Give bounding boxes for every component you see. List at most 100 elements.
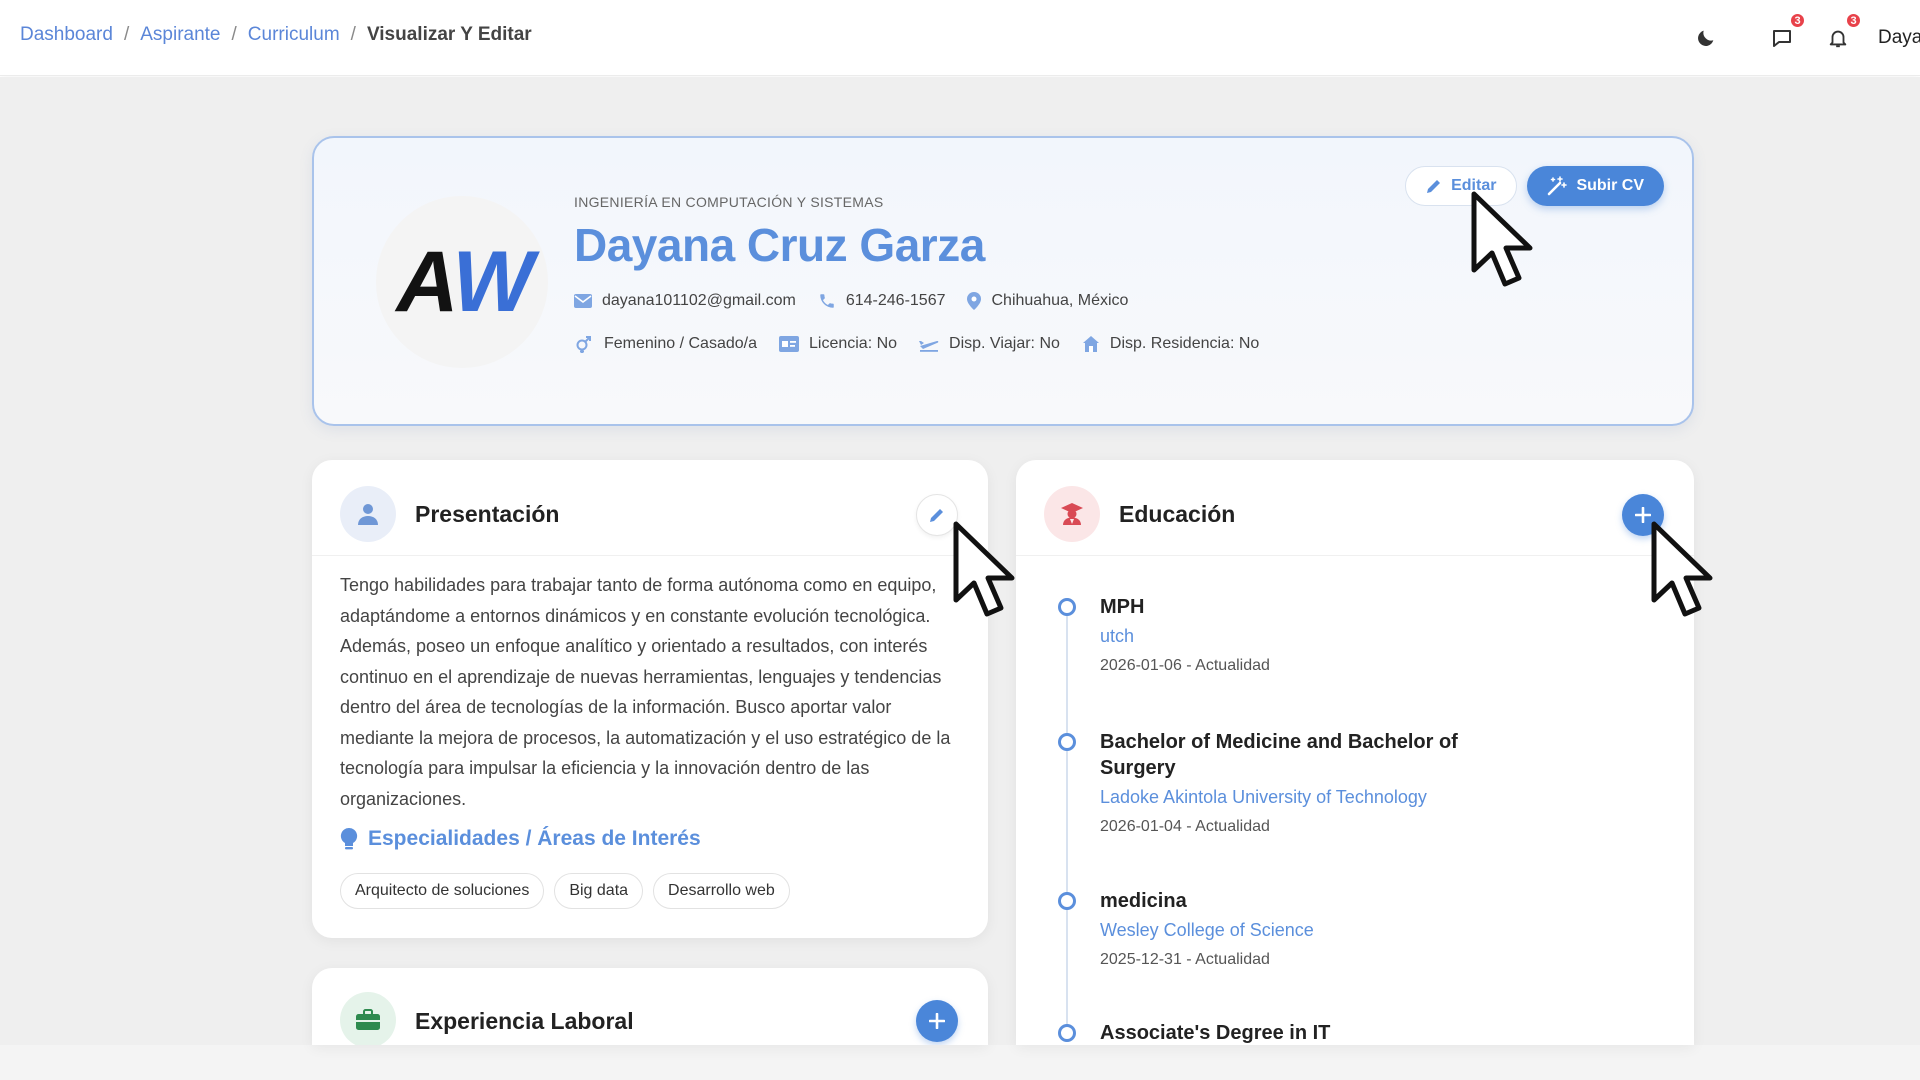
upload-cv-button[interactable]: Subir CV — [1527, 166, 1664, 206]
education-icon-wrapper — [1044, 486, 1100, 542]
timeline-dot — [1058, 733, 1076, 751]
mouse-cursor-icon — [1471, 191, 1533, 287]
gender-item: Femenino / Casado/a — [574, 334, 757, 354]
bell-icon — [1829, 30, 1847, 48]
company-logo: A W — [396, 234, 533, 330]
pencil-icon — [930, 509, 943, 522]
breadcrumb-separator: / — [231, 24, 237, 45]
education-header: Educación — [1016, 460, 1694, 556]
phone-icon — [820, 294, 834, 308]
education-item-body: Bachelor of Medicine and Bachelor of Sur… — [1100, 729, 1520, 836]
education-item-body: medicina Wesley College of Science 2025-… — [1100, 888, 1500, 969]
notifications-badge: 3 — [1845, 12, 1862, 29]
upload-cv-label: Subir CV — [1576, 177, 1644, 194]
mail-icon — [574, 294, 592, 308]
moon-icon — [1698, 30, 1714, 46]
education-degree: Bachelor of Medicine and Bachelor of Sur… — [1100, 731, 1458, 779]
user-icon — [358, 504, 378, 525]
phone-item: 614-246-1567 — [818, 292, 946, 310]
bottom-strip — [0, 1045, 1920, 1080]
gender-status-text: Femenino / Casado/a — [604, 335, 757, 352]
breadcrumb: Dashboard / Aspirante / Curriculum / Vis… — [20, 24, 532, 46]
breadcrumb-current: Visualizar Y Editar — [366, 24, 532, 45]
location-item: Chihuahua, México — [967, 292, 1128, 310]
license-item: Licencia: No — [778, 335, 898, 353]
education-title: Educación — [1119, 501, 1236, 527]
interests-tags: Arquitecto de soluciones Big data Desarr… — [340, 873, 800, 909]
breadcrumb-curriculum[interactable]: Curriculum — [248, 24, 340, 46]
briefcase-icon — [356, 1009, 380, 1030]
experience-icon-wrapper — [340, 992, 396, 1045]
interest-tag: Big data — [554, 873, 644, 909]
profile-info: INGENIERÍA EN COMPUTACIÓN Y SISTEMAS Day… — [574, 194, 1334, 354]
house-icon — [1082, 336, 1099, 352]
interests-title-text: Especialidades / Áreas de Interés — [368, 827, 701, 850]
mouse-cursor-icon — [1651, 521, 1713, 617]
education-item-body: Associate's Degree in IT — [1100, 1020, 1500, 1045]
license-text: Licencia: No — [808, 335, 898, 352]
add-experience-button[interactable] — [916, 1000, 958, 1042]
plane-icon — [919, 340, 939, 352]
topbar-actions: 3 3 Daya — [1668, 12, 1920, 56]
education-dates: 2026-01-04 - Actualidad — [1100, 818, 1270, 835]
contact-row: dayana101102@gmail.com 614-246-1567 Chih… — [574, 292, 1334, 310]
breadcrumb-dashboard[interactable]: Dashboard — [20, 24, 113, 46]
education-school: Ladoke Akintola University of Technology — [1100, 787, 1427, 807]
interests-title: Especialidades / Áreas de Interés — [340, 827, 701, 851]
experience-title: Experiencia Laboral — [415, 1008, 634, 1034]
pencil-icon — [1427, 180, 1441, 193]
experience-card: Experiencia Laboral — [312, 968, 988, 1045]
breadcrumb-aspirante[interactable]: Aspirante — [140, 24, 220, 46]
education-dates: 2026-01-06 - Actualidad — [1100, 657, 1270, 674]
presentation-icon-wrapper — [340, 486, 396, 542]
education-item: Associate's Degree in IT — [1052, 1020, 1512, 1045]
profile-name: Dayana Cruz Garza — [574, 219, 985, 271]
gender-icon — [576, 336, 591, 353]
interest-tag: Desarrollo web — [653, 873, 790, 909]
education-dates: 2025-12-31 - Actualidad — [1100, 951, 1270, 968]
travel-item: Disp. Viajar: No — [919, 335, 1060, 353]
logo-letter-w: W — [452, 234, 533, 330]
notifications-button[interactable]: 3 — [1820, 12, 1862, 56]
presentation-text: Tengo habilidades para trabajar tanto de… — [340, 575, 951, 809]
messages-badge: 3 — [1789, 12, 1806, 29]
education-timeline-line — [1066, 612, 1068, 1032]
breadcrumb-separator: / — [123, 24, 130, 45]
education-degree: MPH — [1100, 596, 1145, 618]
logo-letter-a: A — [396, 234, 458, 330]
residence-item: Disp. Residencia: No — [1082, 335, 1259, 353]
timeline-dot — [1058, 1024, 1076, 1042]
phone-text: 614-246-1567 — [845, 292, 946, 309]
timeline-dot — [1058, 598, 1076, 616]
location-text: Chihuahua, México — [991, 292, 1129, 309]
education-item-body: MPH utch 2026-01-06 - Actualidad — [1100, 594, 1500, 675]
residence-text: Disp. Residencia: No — [1109, 335, 1260, 352]
lightbulb-icon — [340, 828, 358, 850]
messages-button[interactable]: 3 — [1764, 12, 1806, 56]
timeline-dot — [1058, 892, 1076, 910]
travel-text: Disp. Viajar: No — [949, 335, 1060, 352]
user-menu[interactable]: Daya — [1878, 27, 1920, 49]
plus-icon — [929, 1013, 945, 1029]
email-item: dayana101102@gmail.com — [574, 292, 796, 310]
presentation-header: Presentación — [312, 460, 988, 556]
theme-toggle-button[interactable] — [1688, 20, 1724, 56]
education-degree: medicina — [1100, 890, 1187, 912]
chat-icon — [1773, 30, 1791, 47]
attributes-row: Femenino / Casado/a Licencia: No Disp. V… — [574, 334, 1334, 354]
top-bar: Dashboard / Aspirante / Curriculum / Vis… — [0, 0, 1920, 76]
graduate-icon — [1061, 503, 1083, 525]
education-school: utch — [1100, 626, 1135, 646]
presentation-title: Presentación — [415, 501, 560, 527]
career-label: INGENIERÍA EN COMPUTACIÓN Y SISTEMAS — [574, 194, 884, 210]
interest-tag: Arquitecto de soluciones — [340, 873, 545, 909]
education-degree: Associate's Degree in IT — [1100, 1022, 1331, 1044]
presentation-card: Presentación Tengo habilidades para trab… — [312, 460, 988, 938]
education-school: Wesley College of Science — [1100, 920, 1314, 940]
email-text: dayana101102@gmail.com — [602, 292, 796, 309]
location-pin-icon — [967, 292, 982, 310]
id-card-icon — [778, 336, 799, 352]
avatar: A W — [376, 196, 548, 368]
breadcrumb-separator: / — [350, 24, 356, 45]
magic-wand-icon — [1548, 176, 1568, 196]
